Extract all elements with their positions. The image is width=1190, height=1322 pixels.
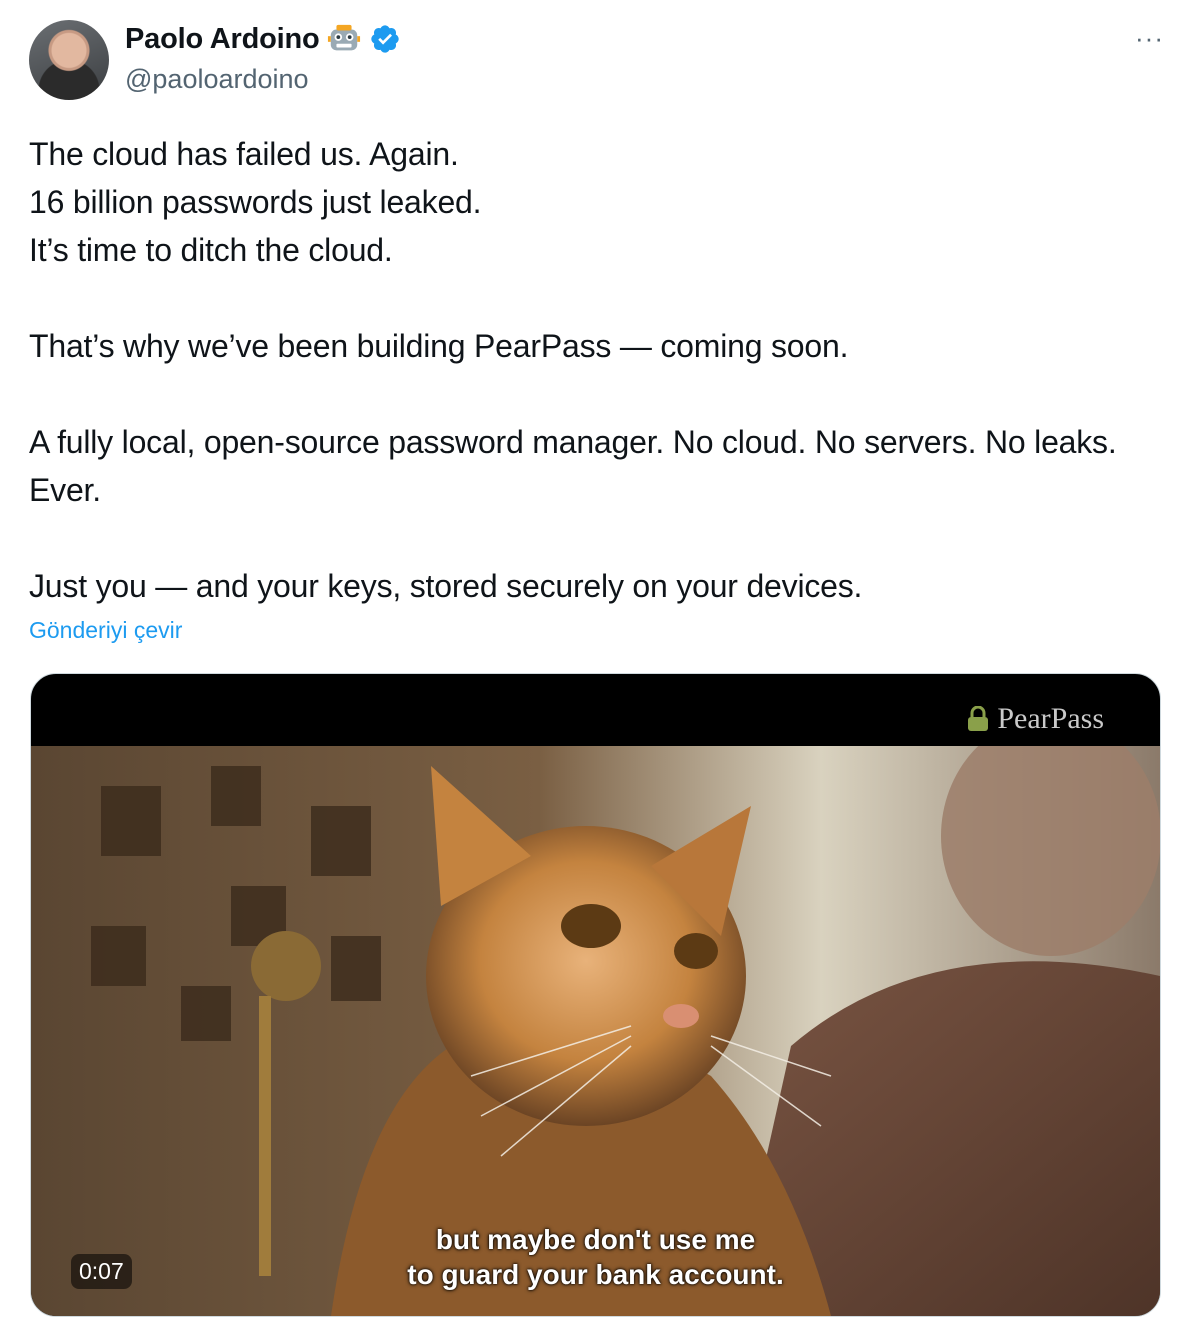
author-name-row: Paolo Ardoino xyxy=(125,22,401,56)
more-options-icon[interactable]: ··· xyxy=(1135,25,1164,51)
video-watermark: PearPass xyxy=(967,702,1104,736)
video-subtitle: but maybe don't use me to guard your ban… xyxy=(31,1222,1160,1292)
author-handle[interactable]: @paoloardoino xyxy=(125,64,309,95)
lock-icon xyxy=(968,706,989,731)
video-timestamp: 0:07 xyxy=(71,1254,132,1289)
video-player[interactable]: PearPass but maybe don't use me to guard… xyxy=(30,673,1161,1317)
brand-label: PearPass xyxy=(997,702,1104,735)
author-name[interactable]: Paolo Ardoino xyxy=(125,23,320,56)
tweet-text: The cloud has failed us. Again. 16 billi… xyxy=(29,136,1117,604)
subtitle-line-1: but maybe don't use me xyxy=(435,1224,756,1255)
subtitle-line-2: to guard your bank account. xyxy=(407,1259,784,1290)
robot-icon xyxy=(328,24,361,51)
translate-link[interactable]: Gönderiyi çevir xyxy=(29,617,182,644)
avatar[interactable] xyxy=(29,20,109,100)
verified-badge-icon xyxy=(371,25,400,53)
